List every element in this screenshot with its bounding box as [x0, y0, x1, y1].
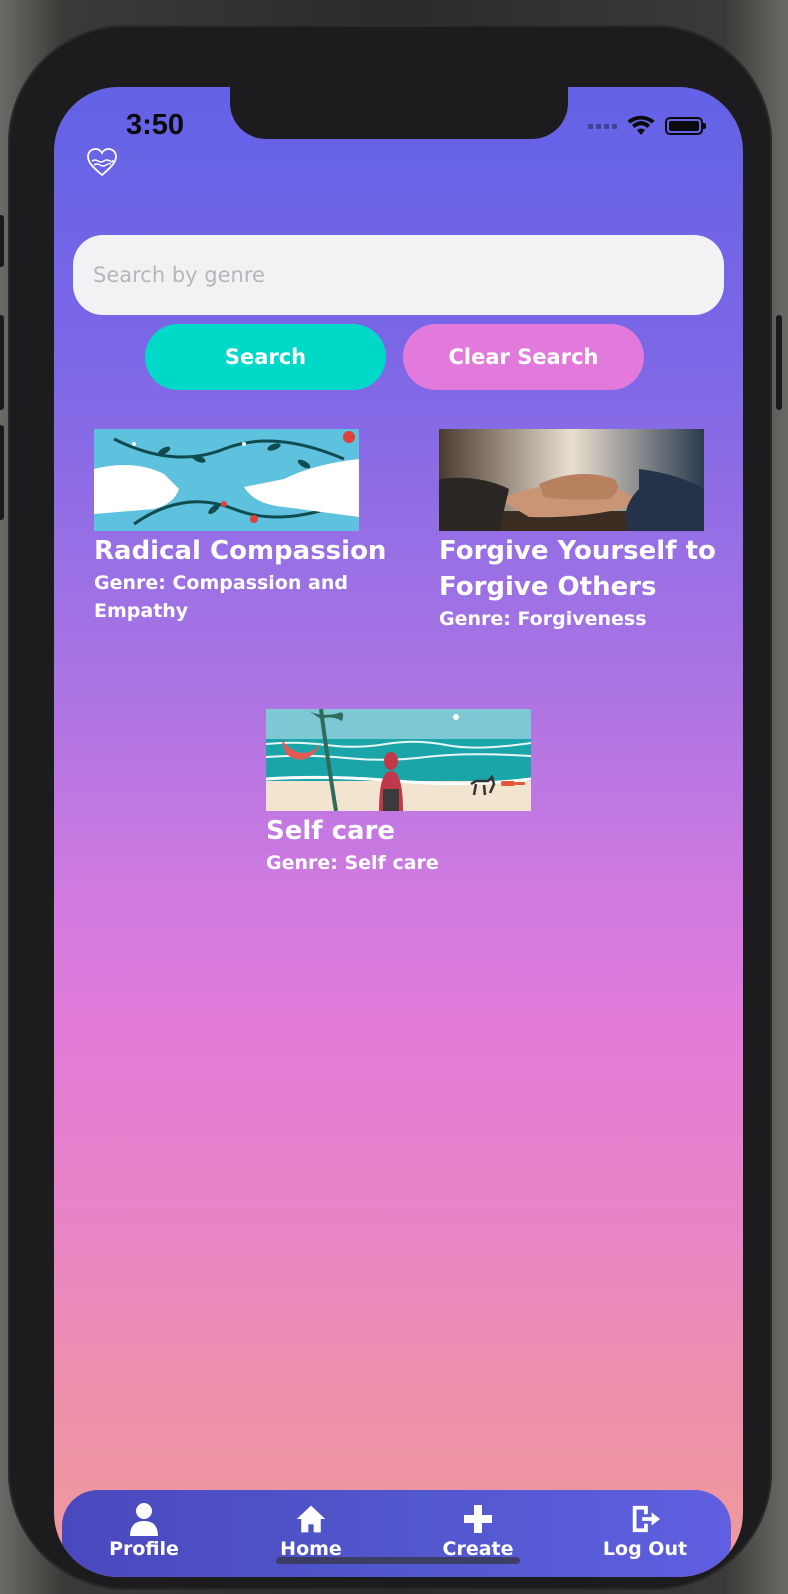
meditation-card-forgive-yourself[interactable]: Forgive Yourself to Forgive Others Genre…: [439, 429, 739, 633]
cellular-signal-icon: [588, 123, 617, 129]
wifi-icon: [627, 115, 655, 135]
heart-logo-icon[interactable]: [86, 147, 118, 177]
home-indicator[interactable]: [276, 1557, 520, 1564]
volume-down-button: [0, 425, 4, 520]
clear-search-button[interactable]: Clear Search: [403, 324, 644, 390]
search-button[interactable]: Search: [145, 324, 386, 390]
tab-label: Profile: [109, 1538, 179, 1560]
tab-label: Log Out: [602, 1538, 688, 1560]
volume-up-button: [0, 315, 4, 410]
status-indicators: [588, 115, 706, 137]
holding-hands-photo: [439, 429, 704, 531]
notch: [230, 87, 568, 139]
logout-icon: [632, 1505, 661, 1533]
tab-log-out[interactable]: Log Out: [585, 1502, 705, 1560]
home-icon: [296, 1505, 326, 1533]
phone-frame: 3:50 Search Clear Search: [0, 25, 782, 1590]
card-genre: Genre: Self care: [266, 852, 439, 874]
hands-vines-illustration: [94, 429, 359, 531]
tab-profile[interactable]: Profile: [84, 1502, 204, 1560]
plus-icon: [464, 1505, 492, 1533]
status-time: 3:50: [126, 109, 185, 141]
genre-search-input[interactable]: [73, 235, 724, 315]
beach-illustration: [266, 709, 531, 811]
person-icon: [130, 1503, 158, 1536]
app-screen: 3:50 Search Clear Search: [54, 87, 743, 1577]
card-genre: Genre: Forgiveness: [439, 608, 647, 630]
card-title: Radical Compassion: [94, 536, 387, 566]
card-title: Self care: [266, 816, 396, 846]
battery-icon: [665, 117, 706, 135]
mute-switch: [0, 215, 4, 267]
card-title: Forgive Yourself to Forgive Others: [439, 536, 716, 602]
power-button: [776, 315, 782, 410]
tab-create[interactable]: Create: [418, 1502, 538, 1560]
card-genre: Genre: Compassion and Empathy: [94, 572, 348, 622]
meditation-card-self-care[interactable]: Self care Genre: Self care: [266, 709, 566, 877]
tab-home[interactable]: Home: [251, 1502, 371, 1560]
meditation-card-radical-compassion[interactable]: Radical Compassion Genre: Compassion and…: [94, 429, 394, 625]
